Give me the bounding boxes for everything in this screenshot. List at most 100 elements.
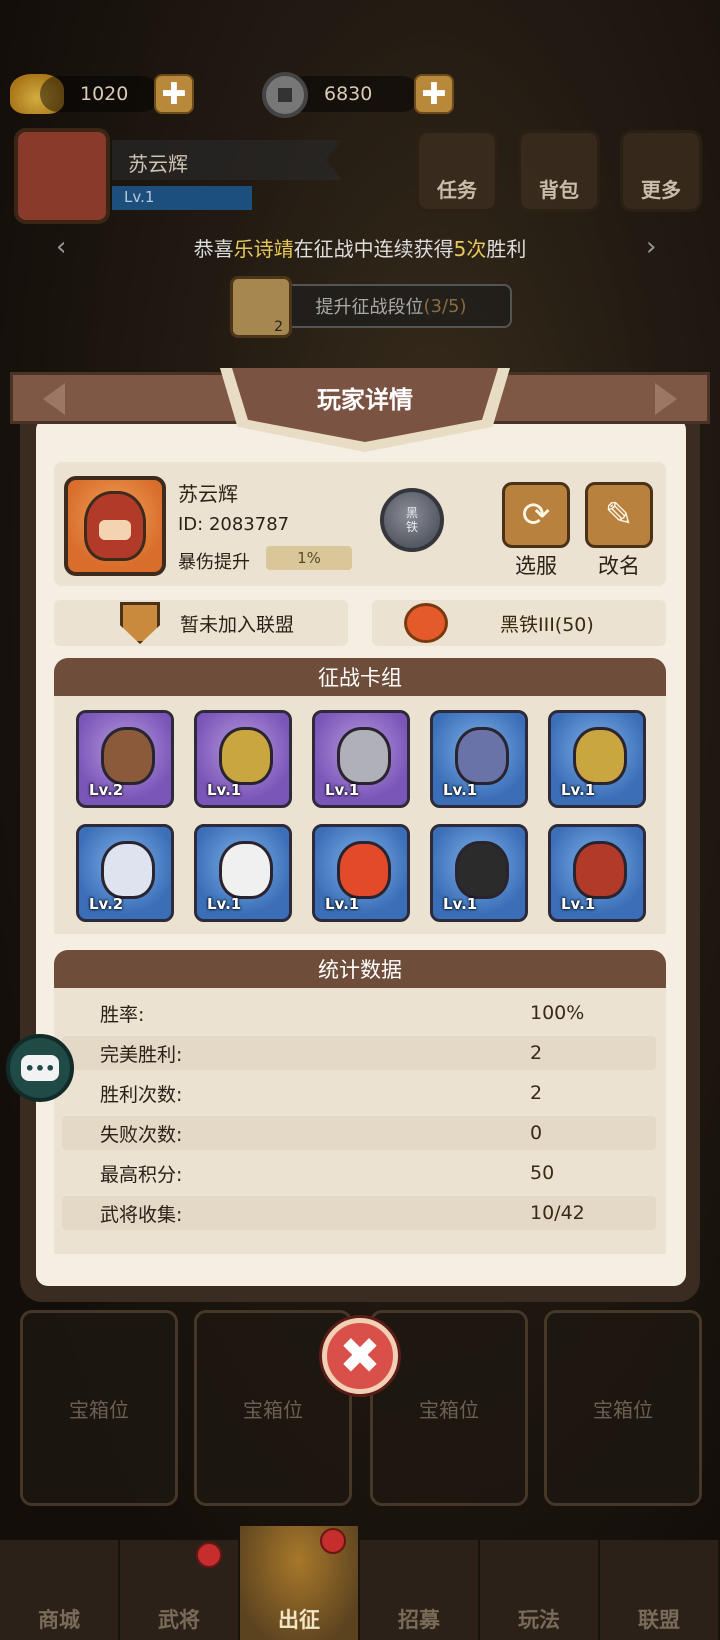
select-server-label: 选服 xyxy=(515,554,557,578)
hero-card[interactable]: Lv.1 xyxy=(194,824,292,922)
rank-status: 黑铁III(50) xyxy=(372,600,666,646)
stat-label: 胜率: xyxy=(100,1003,145,1026)
nav-alliance[interactable]: 联盟 xyxy=(600,1540,720,1640)
alliance-shield-icon xyxy=(120,602,160,644)
rename-label: 改名 xyxy=(598,554,640,578)
stat-label: 完美胜利: xyxy=(100,1043,183,1066)
hero-portrait-icon xyxy=(84,491,146,561)
gold-counter: 1020 ✚ xyxy=(40,74,194,114)
player-id: ID: 2083787 xyxy=(178,514,290,535)
stat-value: 0 xyxy=(530,1122,543,1144)
bottom-nav: 商城 武将 出征 招募 玩法 联盟 xyxy=(0,1526,720,1640)
hero-level: Lv.2 xyxy=(89,895,124,913)
add-coin-button[interactable]: ✚ xyxy=(414,74,454,114)
chat-bubble-icon: ••• xyxy=(21,1055,59,1081)
close-button[interactable]: ✖ xyxy=(322,1318,398,1394)
hero-level: Lv.1 xyxy=(443,895,478,913)
hero-card[interactable]: Lv.2 xyxy=(76,824,174,922)
news-ticker: 恭喜 乐诗靖 在征战中连续获得 5次 胜利 xyxy=(60,230,660,264)
scroll-icon: 2 xyxy=(230,276,292,338)
stat-row: 胜利次数: 2 xyxy=(62,1076,656,1110)
ticker-player: 乐诗靖 xyxy=(233,236,294,261)
chest-slot-1[interactable]: 宝箱位 xyxy=(20,1310,178,1506)
add-gold-button[interactable]: ✚ xyxy=(154,74,194,114)
stat-label: 最高积分: xyxy=(100,1163,183,1186)
hero-card[interactable]: Lv.1 xyxy=(548,710,646,808)
stat-value: 2 xyxy=(530,1082,543,1104)
copper-coin-icon xyxy=(262,72,308,118)
hero-card[interactable]: Lv.1 xyxy=(312,824,410,922)
rank-badge-top-text: 黑 xyxy=(405,506,418,520)
player-level-top: Lv.1 xyxy=(112,186,252,210)
stat-row: 武将收集: 10/42 xyxy=(62,1196,656,1230)
crit-boost-value: 1% xyxy=(266,546,352,570)
hero-card[interactable]: Lv.1 xyxy=(194,710,292,808)
player-avatar-top[interactable] xyxy=(14,128,110,224)
alliance-status[interactable]: 暂未加入联盟 xyxy=(54,600,348,646)
pencil-icon: ✎ xyxy=(604,495,634,535)
hero-portrait-icon xyxy=(455,841,509,899)
stat-row: 最高积分: 50 xyxy=(62,1156,656,1190)
refresh-icon: ⟳ xyxy=(521,495,551,535)
upgrade-rank-label: 提升征战段位 xyxy=(315,297,424,318)
stat-value: 100% xyxy=(530,1002,585,1024)
hero-level: Lv.2 xyxy=(89,781,124,799)
deck-header: 征战卡组 xyxy=(54,658,666,696)
hero-card[interactable]: Lv.2 xyxy=(76,710,174,808)
hero-level: Lv.1 xyxy=(207,781,242,799)
hero-level: Lv.1 xyxy=(325,895,360,913)
hero-card[interactable]: Lv.1 xyxy=(312,710,410,808)
bag-button[interactable]: 背包 xyxy=(518,130,600,212)
ticker-prefix: 恭喜 xyxy=(193,236,234,261)
stat-value: 10/42 xyxy=(530,1202,585,1224)
scroll-count: 2 xyxy=(274,319,283,335)
hero-portrait-icon xyxy=(573,727,627,785)
nav-heroes[interactable]: 武将 xyxy=(120,1540,240,1640)
hero-level: Lv.1 xyxy=(325,781,360,799)
hero-portrait-icon xyxy=(101,841,155,899)
stats-header: 统计数据 xyxy=(54,950,666,988)
campaign-notification-dot xyxy=(320,1528,346,1554)
stat-row: 胜率: 100% xyxy=(62,996,656,1030)
ticker-middle: 在征战中连续获得 xyxy=(293,236,454,261)
ticker-count: 5次 xyxy=(453,236,487,261)
crit-boost-label: 暴伤提升 xyxy=(178,552,250,573)
rank-badge-bottom-text: 铁 xyxy=(405,520,418,534)
rank-medal-icon xyxy=(404,603,448,643)
more-button[interactable]: 更多 xyxy=(620,130,702,212)
tasks-button[interactable]: 任务 xyxy=(416,130,498,212)
nav-recruit[interactable]: 招募 xyxy=(360,1540,480,1640)
hero-level: Lv.1 xyxy=(443,781,478,799)
hero-portrait-icon xyxy=(573,841,627,899)
alliance-label: 暂未加入联盟 xyxy=(180,613,295,636)
heroes-notification-dot xyxy=(196,1542,222,1568)
hero-level: Lv.1 xyxy=(561,781,596,799)
hero-card[interactable]: Lv.1 xyxy=(430,710,528,808)
hero-portrait-icon xyxy=(337,727,391,785)
player-name-top: 苏云辉 xyxy=(112,140,342,180)
nav-gameplay[interactable]: 玩法 xyxy=(480,1540,600,1640)
hero-portrait-icon xyxy=(219,841,273,899)
stat-row: 失败次数: 0 xyxy=(62,1116,656,1150)
hero-card[interactable]: Lv.1 xyxy=(430,824,528,922)
hero-portrait-icon xyxy=(219,727,273,785)
stat-label: 失败次数: xyxy=(100,1123,183,1146)
stat-row: 完美胜利: 2 xyxy=(62,1036,656,1070)
ticker-suffix: 胜利 xyxy=(486,236,527,261)
rename-button[interactable]: ✎ xyxy=(585,482,653,548)
stat-value: 50 xyxy=(530,1162,555,1184)
chest-slot-4[interactable]: 宝箱位 xyxy=(544,1310,702,1506)
stat-label: 胜利次数: xyxy=(100,1083,183,1106)
hero-portrait-icon xyxy=(455,727,509,785)
stat-label: 武将收集: xyxy=(100,1203,183,1226)
chat-button[interactable]: ••• xyxy=(6,1034,74,1102)
select-server-button[interactable]: ⟳ xyxy=(502,482,570,548)
hero-card[interactable]: Lv.1 xyxy=(548,824,646,922)
stat-value: 2 xyxy=(530,1042,543,1064)
hero-level: Lv.1 xyxy=(561,895,596,913)
gold-amount: 1020 xyxy=(40,76,160,112)
player-name: 苏云辉 xyxy=(178,482,238,506)
hero-level: Lv.1 xyxy=(207,895,242,913)
nav-shop[interactable]: 商城 xyxy=(0,1540,120,1640)
rank-label: 黑铁III(50) xyxy=(500,613,594,636)
